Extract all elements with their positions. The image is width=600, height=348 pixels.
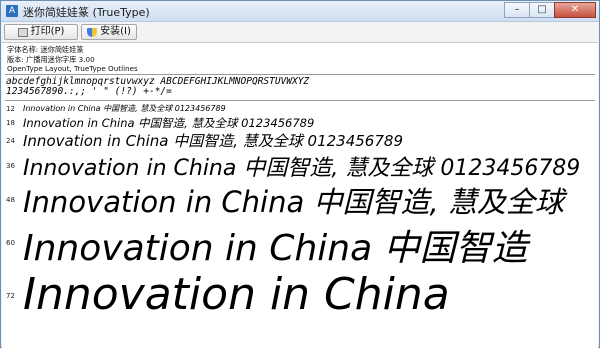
sample-size-label: 60	[6, 239, 15, 247]
sample-row: 18 Innovation in China 中国智造, 慧及全球 012345…	[2, 115, 592, 130]
title-bar[interactable]: A 迷你简娃娃篆 (TrueType) – □ ✕	[1, 1, 599, 22]
close-button[interactable]: ✕	[554, 2, 596, 18]
window-title: 迷你简娃娃篆 (TrueType)	[23, 6, 150, 19]
character-set-preview: abcdefghijklmnopqrstuvwxyz ABCDEFGHIJKLM…	[6, 77, 309, 97]
sample-size-label: 72	[6, 292, 15, 300]
sample-text: Innovation in China 中国智造, 慧及全球	[23, 185, 564, 219]
charset-symbols: 1234567890.:,; ' " (!?) +-*/=	[6, 86, 172, 97]
sample-text: Innovation in China 中国智造, 慧及全球 012345678…	[23, 156, 581, 181]
sample-size-label: 48	[6, 196, 15, 204]
sample-size-label: 36	[6, 162, 15, 170]
font-name-line: 字体名称: 迷你简娃娃篆	[7, 45, 84, 54]
print-button[interactable]: 打印(P)	[4, 24, 78, 40]
printer-icon	[17, 27, 28, 37]
sample-row: 60 Innovation in China 中国智造	[2, 219, 592, 269]
window-controls: – □ ✕	[504, 2, 596, 19]
sample-text: Innovation in China 中国智造, 慧及全球 012345678…	[23, 116, 315, 130]
install-button-label: 安装(I)	[100, 26, 131, 37]
sample-row: 24 Innovation in China 中国智造, 慧及全球 012345…	[2, 130, 592, 150]
font-viewer-window: A 迷你简娃娃篆 (TrueType) – □ ✕ 打印(P) 安装(I) 字体…	[0, 0, 600, 348]
font-preview-pane[interactable]: 字体名称: 迷你简娃娃篆 版本: 广播用迷你字库 3.00 OpenType L…	[2, 42, 598, 348]
sample-size-label: 12	[6, 105, 15, 113]
divider	[5, 74, 595, 75]
toolbar: 打印(P) 安装(I)	[1, 22, 599, 42]
sample-text: Innovation in China	[23, 269, 450, 320]
print-button-label: 打印(P)	[30, 26, 65, 37]
minimize-button[interactable]: –	[504, 2, 530, 18]
sample-row: 48 Innovation in China 中国智造, 慧及全球	[2, 179, 592, 219]
sample-row: 36 Innovation in China 中国智造, 慧及全球 012345…	[2, 150, 592, 181]
sample-row: 12 Innovation in China 中国智造, 慧及全球 012345…	[2, 103, 592, 114]
font-version-line: 版本: 广播用迷你字库 3.00	[7, 54, 95, 64]
sample-text: Innovation in China 中国智造	[23, 228, 528, 269]
divider	[5, 100, 595, 101]
font-info: 字体名称: 迷你简娃娃篆 版本: 广播用迷你字库 3.00 OpenType L…	[7, 45, 138, 74]
maximize-button[interactable]: □	[529, 2, 555, 18]
sample-row: 72 Innovation in China	[2, 269, 592, 325]
shield-icon	[87, 27, 98, 37]
font-type-line: OpenType Layout, TrueType Outlines	[7, 64, 138, 73]
sample-size-label: 18	[6, 119, 15, 127]
sample-text: Innovation in China 中国智造, 慧及全球 012345678…	[23, 132, 403, 150]
sample-size-label: 24	[6, 137, 15, 145]
sample-text: Innovation in China 中国智造, 慧及全球 012345678…	[23, 104, 226, 113]
install-button[interactable]: 安装(I)	[81, 24, 137, 40]
font-file-icon: A	[6, 5, 18, 17]
